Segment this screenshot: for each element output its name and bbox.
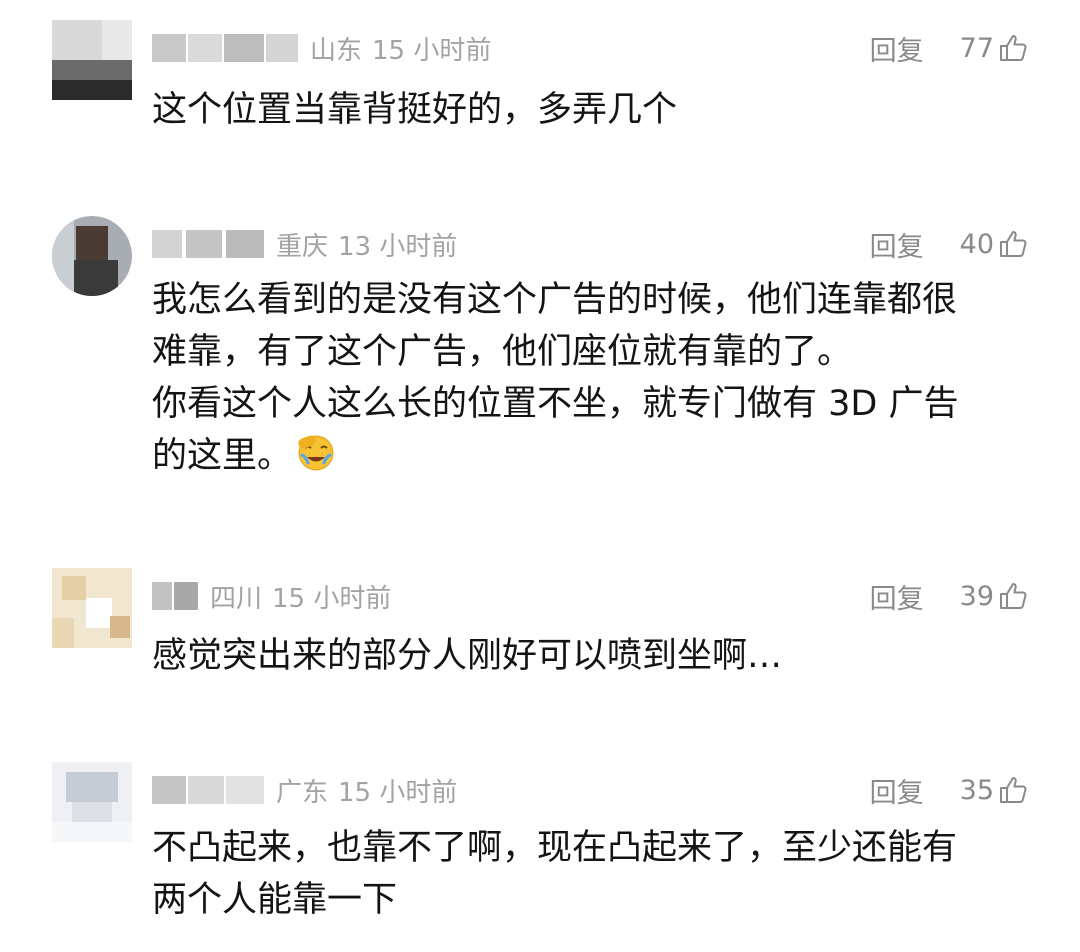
username-blurred[interactable]: [152, 582, 198, 610]
timestamp: 15 小时前: [372, 35, 492, 66]
comment-line-with-emoji: 的这里。: [152, 430, 1032, 482]
comment-line: 你看这个人这么长的位置不坐，就专门做有 3D 广告: [152, 384, 959, 424]
comment-text: 不凸起来，也靠不了啊，现在凸起来了，至少还能有 两个人能靠一下: [152, 822, 1032, 926]
avatar[interactable]: [52, 20, 132, 100]
comment-actions: 回复 39: [870, 576, 1028, 616]
facepalm-laughing-emoji-icon: [296, 433, 336, 473]
comment-line: 这个位置当靠背挺好的，多弄几个: [152, 90, 678, 130]
username-blurred[interactable]: [152, 34, 298, 62]
avatar[interactable]: [52, 568, 132, 648]
comment-actions: 回复 40: [870, 224, 1028, 264]
comment-text: 这个位置当靠背挺好的，多弄几个: [152, 84, 1032, 136]
like-count: 77: [959, 32, 994, 64]
like-count: 35: [959, 774, 994, 806]
avatar[interactable]: [52, 216, 132, 296]
comment-line: 不凸起来，也靠不了啊，现在凸起来了，至少还能有: [152, 828, 958, 868]
location: 山东: [310, 35, 363, 66]
comment-meta: 重庆 13 小时前: [152, 224, 457, 264]
avatar[interactable]: [52, 762, 132, 842]
thumbs-up-icon[interactable]: [998, 581, 1028, 611]
comment-meta: 山东 15 小时前: [152, 28, 491, 68]
reply-button[interactable]: 回复: [870, 29, 924, 68]
comment-actions: 回复 35: [870, 770, 1028, 810]
comment-line: 感觉突出来的部分人刚好可以喷到坐啊…: [152, 636, 783, 676]
comment-actions: 回复 77: [870, 28, 1028, 68]
comment-text: 感觉突出来的部分人刚好可以喷到坐啊…: [152, 630, 1032, 682]
timestamp: 15 小时前: [272, 583, 392, 614]
location: 广东: [276, 777, 329, 808]
thumbs-up-icon[interactable]: [998, 33, 1028, 63]
reply-button[interactable]: 回复: [870, 771, 924, 810]
comment-line: 我怎么看到的是没有这个广告的时候，他们连靠都很: [152, 280, 958, 320]
comment-meta: 广东 15 小时前: [152, 770, 457, 810]
location: 重庆: [276, 231, 329, 262]
reply-button[interactable]: 回复: [870, 225, 924, 264]
like-count: 40: [959, 228, 994, 260]
username-blurred[interactable]: [152, 230, 264, 258]
timestamp: 15 小时前: [338, 777, 458, 808]
comment-line: 难靠，有了这个广告，他们座位就有靠的了。: [152, 332, 853, 372]
reply-button[interactable]: 回复: [870, 577, 924, 616]
location: 四川: [210, 583, 263, 614]
comment-line: 两个人能靠一下: [152, 880, 398, 920]
timestamp: 13 小时前: [338, 231, 458, 262]
comment-line: 的这里。: [152, 436, 293, 476]
like-count: 39: [959, 580, 994, 612]
thumbs-up-icon[interactable]: [998, 775, 1028, 805]
username-blurred[interactable]: [152, 776, 264, 804]
comment-meta: 四川 15 小时前: [152, 576, 391, 616]
comment-text: 我怎么看到的是没有这个广告的时候，他们连靠都很 难靠，有了这个广告，他们座位就有…: [152, 274, 1032, 482]
thumbs-up-icon[interactable]: [998, 229, 1028, 259]
